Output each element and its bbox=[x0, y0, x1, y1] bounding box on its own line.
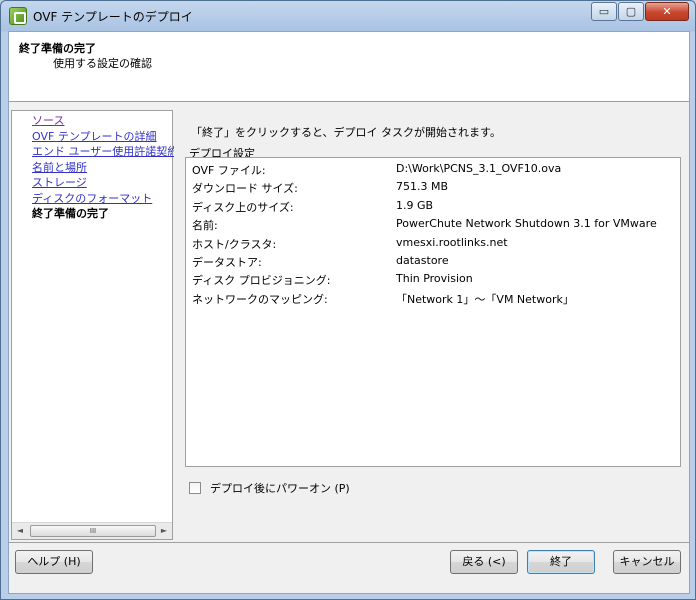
step-link-source[interactable]: ソース bbox=[32, 113, 174, 129]
deploy-settings-list: OVF ファイル: D:\Work\PCNS_3.1_OVF10.ova ダウン… bbox=[185, 157, 681, 467]
settings-row: 名前: PowerChute Network Shutdown 3.1 for … bbox=[186, 215, 680, 233]
setting-key: ホスト/クラスタ: bbox=[192, 237, 277, 251]
settings-row: ディスク上のサイズ: 1.9 GB bbox=[186, 197, 680, 215]
settings-row: ネットワークのマッピング: 「Network 1」～「VM Network」 bbox=[186, 289, 680, 307]
step-link-name-location[interactable]: 名前と場所 bbox=[32, 160, 174, 176]
footer-divider bbox=[9, 542, 689, 543]
settings-row: ホスト/クラスタ: vmesxi.rootlinks.net bbox=[186, 234, 680, 252]
power-on-after-deploy-option[interactable]: デプロイ後にパワーオン (P) bbox=[189, 480, 350, 496]
dialog-client-area: 終了準備の完了 使用する設定の確認 ソース OVF テンプレートの詳細 エンド … bbox=[8, 31, 690, 594]
close-icon: ✕ bbox=[662, 5, 672, 18]
setting-value: datastore bbox=[396, 254, 449, 267]
settings-row: データストア: datastore bbox=[186, 252, 680, 270]
cancel-button[interactable]: キャンセル bbox=[613, 550, 681, 574]
settings-row: ダウンロード サイズ: 751.3 MB bbox=[186, 178, 680, 196]
title-bar[interactable]: OVF テンプレートのデプロイ ▭ ▢ ✕ bbox=[1, 1, 695, 31]
maximize-button[interactable]: ▢ bbox=[618, 2, 644, 21]
minimize-icon: ▭ bbox=[598, 5, 610, 18]
setting-value: 「Network 1」～「VM Network」 bbox=[396, 292, 574, 306]
step-current-ready-to-complete: 終了準備の完了 bbox=[32, 207, 109, 220]
setting-key: 名前: bbox=[192, 219, 218, 233]
step-link-ovf-details[interactable]: OVF テンプレートの詳細 bbox=[32, 129, 174, 145]
ovf-deploy-window: OVF テンプレートのデプロイ ▭ ▢ ✕ 終了準備の完了 使用する設定の確認 … bbox=[0, 0, 696, 600]
page-title: 終了準備の完了 bbox=[19, 42, 96, 55]
scrollbar-thumb[interactable]: III bbox=[30, 525, 156, 537]
close-button[interactable]: ✕ bbox=[645, 2, 689, 21]
window-title: OVF テンプレートのデプロイ bbox=[33, 10, 193, 24]
step-link-eula[interactable]: エンド ユーザー使用許諾契約書 bbox=[32, 144, 174, 160]
scroll-left-icon[interactable]: ◄ bbox=[15, 526, 25, 536]
setting-key: OVF ファイル: bbox=[192, 164, 266, 177]
wizard-header: 終了準備の完了 使用する設定の確認 bbox=[9, 32, 689, 102]
setting-key: ディスク上のサイズ: bbox=[192, 200, 294, 214]
setting-value: D:\Work\PCNS_3.1_OVF10.ova bbox=[396, 162, 562, 175]
help-button[interactable]: ヘルプ (H) bbox=[15, 550, 93, 574]
setting-value: vmesxi.rootlinks.net bbox=[396, 235, 508, 249]
back-button[interactable]: 戻る (<) bbox=[450, 550, 518, 574]
window-controls: ▭ ▢ ✕ bbox=[590, 2, 689, 21]
nav-horizontal-scrollbar[interactable]: ◄ III ► bbox=[12, 522, 172, 539]
wizard-step-nav: ソース OVF テンプレートの詳細 エンド ユーザー使用許諾契約書 名前と場所 … bbox=[11, 110, 174, 540]
page-subtitle: 使用する設定の確認 bbox=[53, 57, 152, 70]
setting-value: Thin Provision bbox=[396, 272, 473, 286]
scroll-right-icon[interactable]: ► bbox=[159, 526, 169, 536]
vsphere-app-icon bbox=[9, 7, 27, 25]
setting-key: ネットワークのマッピング: bbox=[192, 292, 328, 306]
setting-key: データストア: bbox=[192, 256, 262, 269]
instruction-text: 「終了」をクリックすると、デプロイ タスクが開始されます。 bbox=[191, 126, 501, 139]
maximize-icon: ▢ bbox=[625, 5, 637, 18]
minimize-button[interactable]: ▭ bbox=[591, 2, 617, 21]
setting-value: PowerChute Network Shutdown 3.1 for VMwa… bbox=[396, 217, 657, 231]
setting-key: ディスク プロビジョニング: bbox=[192, 274, 331, 288]
settings-row: OVF ファイル: D:\Work\PCNS_3.1_OVF10.ova bbox=[186, 160, 680, 178]
finish-button[interactable]: 終了 bbox=[527, 550, 595, 574]
step-link-storage[interactable]: ストレージ bbox=[32, 175, 174, 191]
step-list: ソース OVF テンプレートの詳細 エンド ユーザー使用許諾契約書 名前と場所 … bbox=[32, 113, 174, 222]
power-on-label[interactable]: デプロイ後にパワーオン (P) bbox=[210, 480, 350, 496]
settings-row: ディスク プロビジョニング: Thin Provision bbox=[186, 270, 680, 288]
step-link-disk-format[interactable]: ディスクのフォーマット bbox=[32, 191, 174, 207]
setting-key: ダウンロード サイズ: bbox=[192, 182, 298, 196]
power-on-checkbox[interactable] bbox=[189, 482, 201, 494]
setting-value: 751.3 MB bbox=[396, 180, 449, 194]
setting-value: 1.9 GB bbox=[396, 198, 434, 212]
